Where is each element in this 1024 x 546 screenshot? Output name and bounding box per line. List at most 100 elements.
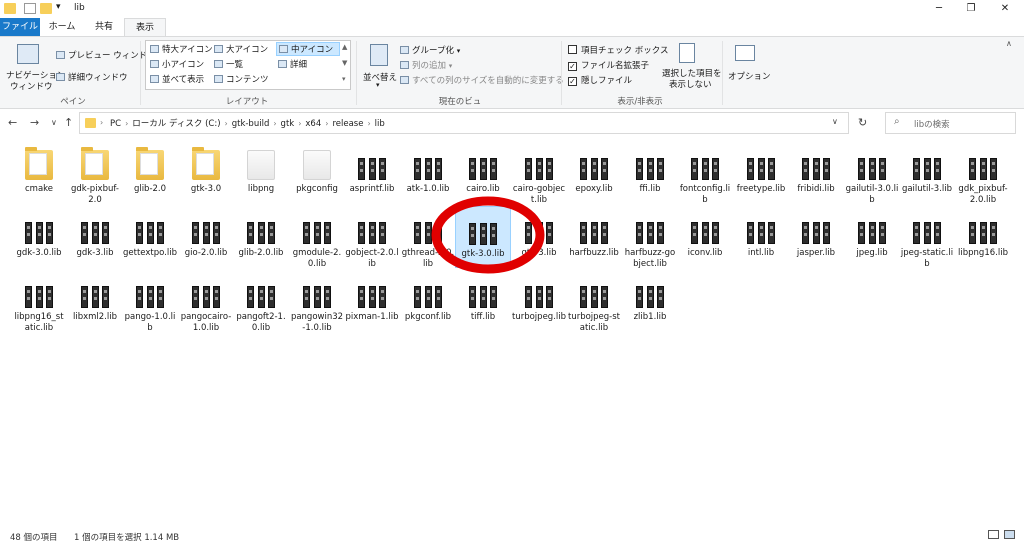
- file-item[interactable]: cairo.lib: [455, 142, 511, 204]
- item-checkboxes-toggle[interactable]: 項目チェック ボックス: [568, 44, 668, 56]
- checkbox-checked[interactable]: ✓: [568, 62, 577, 71]
- breadcrumb-item[interactable]: gtk-build: [232, 119, 270, 129]
- file-item[interactable]: tiff.lib: [455, 270, 511, 332]
- file-item[interactable]: turbojpeg.lib: [511, 270, 567, 332]
- file-item[interactable]: freetype.lib: [733, 142, 789, 204]
- folder-item[interactable]: gtk-3.0: [178, 142, 234, 204]
- extensions-toggle[interactable]: ✓ ファイル名拡張子: [568, 59, 649, 71]
- file-item[interactable]: zlib1.lib: [622, 270, 678, 332]
- folder-item[interactable]: libpng: [233, 142, 289, 204]
- group-by-button[interactable]: グループ化 ▾: [400, 44, 460, 56]
- file-item[interactable]: glib-2.0.lib: [233, 206, 289, 268]
- layout-medium[interactable]: 中アイコン: [276, 42, 340, 56]
- details-pane-button[interactable]: 詳細ウィンドウ: [56, 71, 128, 83]
- file-item[interactable]: gmodule-2.0.lib: [289, 206, 345, 269]
- layout-content[interactable]: コンテンツ: [212, 73, 274, 87]
- layout-details[interactable]: 詳細: [276, 58, 338, 72]
- chevron-right-icon[interactable]: ›: [325, 119, 328, 128]
- file-item[interactable]: gailutil-3.lib: [899, 142, 955, 204]
- chevron-right-icon[interactable]: ›: [298, 119, 301, 128]
- file-item[interactable]: fribidi.lib: [788, 142, 844, 204]
- file-item[interactable]: libpng16_static.lib: [11, 270, 67, 333]
- file-item[interactable]: pangowin32-1.0.lib: [289, 270, 345, 333]
- file-item[interactable]: gdk-3.0.lib: [11, 206, 67, 268]
- file-item[interactable]: atk-1.0.lib: [400, 142, 456, 204]
- hidden-items-toggle[interactable]: ✓ 隠しファイル: [568, 74, 632, 86]
- layout-extra-large[interactable]: 特大アイコン: [148, 43, 213, 57]
- minimize-button[interactable]: ─: [924, 0, 954, 17]
- file-item[interactable]: iconv.lib: [677, 206, 733, 268]
- file-item[interactable]: gdk-3.lib: [67, 206, 123, 268]
- checkbox-checked[interactable]: ✓: [568, 77, 577, 86]
- file-item[interactable]: pangocairo-1.0.lib: [178, 270, 234, 333]
- search-placeholder[interactable]: libの検索: [914, 118, 950, 130]
- tab-file[interactable]: ファイル: [0, 18, 40, 36]
- large-icons-view-icon[interactable]: [1004, 530, 1015, 539]
- file-item[interactable]: pango-1.0.lib: [122, 270, 178, 333]
- address-bar[interactable]: › PC › ローカル ディスク (C:) › gtk-build › gtk › x64 › re…: [79, 112, 849, 134]
- tab-home[interactable]: ホーム: [40, 18, 84, 36]
- file-item[interactable]: asprintf.lib: [344, 142, 400, 204]
- address-dropdown-icon[interactable]: ∨: [832, 117, 838, 126]
- file-item[interactable]: harfbuzz-gobject.lib: [622, 206, 678, 269]
- folder-item[interactable]: glib-2.0: [122, 142, 178, 204]
- file-item[interactable]: gdk_pixbuf-2.0.lib: [955, 142, 1011, 205]
- layout-small[interactable]: 小アイコン: [148, 58, 210, 72]
- file-item[interactable]: turbojpeg-static.lib: [566, 270, 622, 333]
- gallery-expand-icon[interactable]: ▾: [342, 75, 346, 83]
- details-view-icon[interactable]: [988, 530, 999, 539]
- folder-item[interactable]: cmake: [11, 142, 67, 204]
- forward-icon[interactable]: →: [30, 116, 39, 129]
- add-column-button[interactable]: 列の追加 ▾: [400, 59, 452, 71]
- chevron-right-icon[interactable]: ›: [273, 119, 276, 128]
- file-item[interactable]: harfbuzz.lib: [566, 206, 622, 268]
- gallery-scroll-down-icon[interactable]: ▼: [342, 59, 347, 67]
- maximize-button[interactable]: ❐: [956, 0, 986, 17]
- file-item[interactable]: cairo-gobject.lib: [511, 142, 567, 205]
- chevron-up-icon[interactable]: ∧: [1006, 39, 1012, 48]
- up-icon[interactable]: ↑: [64, 116, 73, 129]
- file-item[interactable]: gio-2.0.lib: [178, 206, 234, 268]
- file-item[interactable]: pkgconf.lib: [400, 270, 456, 332]
- refresh-icon[interactable]: ↻: [858, 116, 867, 129]
- search-box[interactable]: ⌕ libの検索: [885, 112, 1016, 134]
- breadcrumb-item[interactable]: ローカル ディスク (C:): [132, 119, 220, 129]
- gallery-scroll-up-icon[interactable]: ▲: [342, 43, 347, 51]
- chevron-right-icon[interactable]: ›: [125, 119, 128, 128]
- checkbox-unchecked[interactable]: [568, 45, 577, 54]
- file-item[interactable]: ffi.lib: [622, 142, 678, 204]
- folder-item[interactable]: gdk-pixbuf-2.0: [67, 142, 123, 205]
- folder-item[interactable]: pkgconfig: [289, 142, 345, 204]
- file-item[interactable]: pixman-1.lib: [344, 270, 400, 332]
- back-icon[interactable]: ←: [8, 116, 17, 129]
- recent-dropdown-icon[interactable]: ∨: [51, 118, 57, 127]
- breadcrumb-item[interactable]: lib: [375, 119, 385, 129]
- new-folder-icon[interactable]: [40, 3, 52, 14]
- file-item[interactable]: jpeg.lib: [844, 206, 900, 268]
- chevron-right-icon[interactable]: ›: [225, 119, 228, 128]
- quick-access-dropdown-icon[interactable]: ▾: [56, 2, 61, 12]
- breadcrumb-item[interactable]: gtk: [281, 119, 295, 129]
- file-item[interactable]: gettextpo.lib: [122, 206, 178, 268]
- layout-tiles[interactable]: 並べて表示: [148, 73, 210, 87]
- layout-large[interactable]: 大アイコン: [212, 43, 274, 57]
- fit-columns-button[interactable]: すべての列のサイズを自動的に変更する: [400, 74, 564, 86]
- file-item[interactable]: libpng16.lib: [955, 206, 1011, 268]
- properties-icon[interactable]: [24, 3, 36, 14]
- file-item[interactable]: epoxy.lib: [566, 142, 622, 204]
- file-item[interactable]: gobject-2.0.lib: [344, 206, 400, 269]
- close-button[interactable]: ✕: [990, 0, 1020, 17]
- tab-share[interactable]: 共有: [84, 18, 124, 36]
- file-item[interactable]: libxml2.lib: [67, 270, 123, 332]
- layout-list[interactable]: 一覧: [212, 58, 274, 72]
- file-item[interactable]: jpeg-static.lib: [899, 206, 955, 269]
- breadcrumb-item[interactable]: PC: [110, 119, 121, 129]
- tab-view[interactable]: 表示: [124, 18, 166, 36]
- breadcrumb-item[interactable]: x64: [305, 119, 321, 129]
- chevron-right-icon[interactable]: ›: [367, 119, 370, 128]
- breadcrumb-item[interactable]: release: [332, 119, 363, 129]
- file-item[interactable]: intl.lib: [733, 206, 789, 268]
- file-item[interactable]: pangoft2-1.0.lib: [233, 270, 289, 333]
- file-item[interactable]: fontconfig.lib: [677, 142, 733, 205]
- file-item[interactable]: jasper.lib: [788, 206, 844, 268]
